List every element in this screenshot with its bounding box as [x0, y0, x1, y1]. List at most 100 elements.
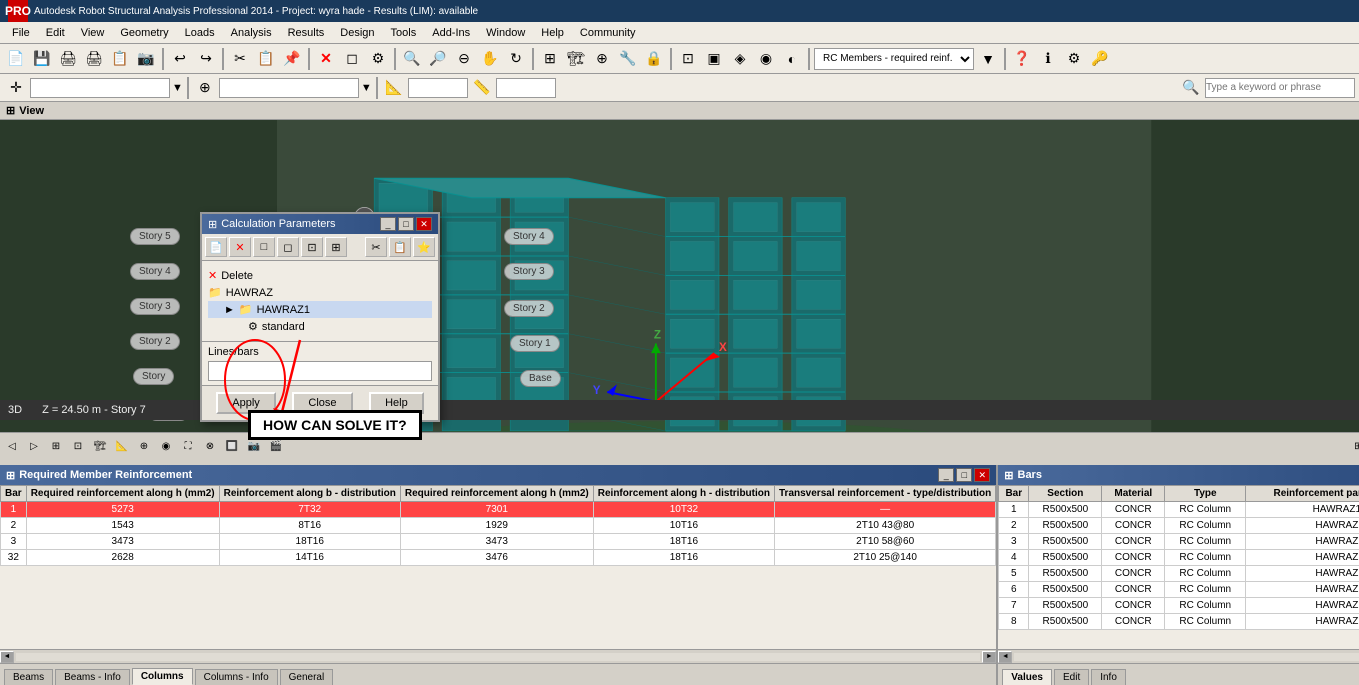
vt-btn9[interactable]: ⛶	[178, 437, 198, 457]
menu-file[interactable]: File	[4, 25, 38, 41]
cp-tb3[interactable]: ◻	[277, 237, 299, 257]
tb-print[interactable]: 🖨	[56, 47, 80, 71]
tb-icon5[interactable]: 📋	[108, 47, 132, 71]
tb-redo[interactable]: ↪	[194, 47, 218, 71]
tb-undo[interactable]: ↩	[168, 47, 192, 71]
tb-pan[interactable]: ✋	[478, 47, 502, 71]
menu-addins[interactable]: Add-Ins	[424, 25, 478, 41]
tab-values[interactable]: Values	[1002, 669, 1052, 685]
tb-new[interactable]: 📄	[4, 47, 28, 71]
menu-geometry[interactable]: Geometry	[112, 25, 176, 41]
tab-beams[interactable]: Beams	[4, 669, 53, 685]
vt-nav1[interactable]: ⊞	[1348, 437, 1359, 457]
tb-paste[interactable]: 📌	[280, 47, 304, 71]
story-label-s5-left[interactable]: Story 5	[130, 228, 180, 245]
rmr-scroll-left[interactable]: ◄	[0, 651, 14, 663]
tb-dropdown-arrow[interactable]: ▼	[976, 47, 1000, 71]
cp-minimize[interactable]: _	[380, 217, 396, 231]
tb-icon22[interactable]: 🔧	[616, 47, 640, 71]
tb-help[interactable]: ❓	[1010, 47, 1034, 71]
tb-print2[interactable]: 🖨	[82, 47, 106, 71]
tb-rotate[interactable]: ↻	[504, 47, 528, 71]
tb-icon27[interactable]: ◉	[754, 47, 778, 71]
tb2-input1[interactable]	[30, 78, 170, 98]
story-label-s4-right[interactable]: Story 4	[504, 228, 554, 245]
tb-icon23[interactable]: 🔒	[642, 47, 666, 71]
tb-settings3[interactable]: 🔑	[1088, 47, 1112, 71]
rmr-minimize[interactable]: _	[938, 468, 954, 482]
menu-analysis[interactable]: Analysis	[223, 25, 280, 41]
tb-icon24[interactable]: ⊡	[676, 47, 700, 71]
tb-zoom-in[interactable]: 🔍	[400, 47, 424, 71]
tb2-icon4[interactable]: 📏	[470, 76, 494, 100]
story-label-s1-right[interactable]: Story 1	[510, 335, 560, 352]
vt-btn2[interactable]: ▷	[24, 437, 44, 457]
story-label-s3-right[interactable]: Story 3	[504, 263, 554, 280]
menu-view[interactable]: View	[73, 25, 113, 41]
cp-tb2[interactable]: □	[253, 237, 275, 257]
table-row[interactable]: 152737T32730110T32—	[1, 502, 996, 518]
table-row[interactable]: 1R500x500CONCRRC ColumnHAWRAZ1	[999, 502, 1359, 518]
rmr-scroll-right[interactable]: ►	[982, 651, 996, 663]
vt-btn11[interactable]: 🔲	[222, 437, 242, 457]
tb-icon28[interactable]: ◐	[780, 47, 804, 71]
story-label-s2-left[interactable]: Story 2	[130, 333, 180, 350]
table-row[interactable]: 3347318T16347318T162T10 58@60	[1, 534, 996, 550]
tb-icon26[interactable]: ◈	[728, 47, 752, 71]
table-row[interactable]: 7R500x500CONCRRC ColumnHAWRAZ	[999, 598, 1359, 614]
vt-btn1[interactable]: ◁	[2, 437, 22, 457]
tab-columns[interactable]: Columns	[132, 668, 193, 685]
cp-tb4[interactable]: ⊡	[301, 237, 323, 257]
story-label-s3-left[interactable]: Story 3	[130, 298, 180, 315]
tb-icon25[interactable]: ▣	[702, 47, 726, 71]
story-label-s2-right[interactable]: Story 2	[504, 300, 554, 317]
tree-hawraz1[interactable]: ► 📁 HAWRAZ1	[208, 301, 432, 318]
tb2-input4[interactable]	[496, 78, 556, 98]
story-label-s1-left[interactable]: Story	[133, 368, 174, 385]
cp-maximize[interactable]: □	[398, 217, 414, 231]
story-label-base-right[interactable]: Base	[520, 370, 561, 387]
vt-btn4[interactable]: ⊡	[68, 437, 88, 457]
cp-tb-copy[interactable]: 📋	[389, 237, 411, 257]
vt-btn6[interactable]: 📐	[112, 437, 132, 457]
tree-delete[interactable]: ✕ Delete	[208, 267, 432, 284]
story-label-s4-left[interactable]: Story 4	[130, 263, 180, 280]
tb-info[interactable]: ℹ	[1036, 47, 1060, 71]
tb-icon20[interactable]: 🏗	[564, 47, 588, 71]
tb-settings2[interactable]: ⚙	[1062, 47, 1086, 71]
tb2-icon2[interactable]: ⊕	[193, 76, 217, 100]
menu-loads[interactable]: Loads	[177, 25, 223, 41]
tb2-input3[interactable]	[408, 78, 468, 98]
tab-edit[interactable]: Edit	[1054, 669, 1089, 685]
tb2-icon1[interactable]: ✛	[4, 76, 28, 100]
menu-community[interactable]: Community	[572, 25, 644, 41]
tab-info[interactable]: Info	[1091, 669, 1126, 685]
table-row[interactable]: 4R500x500CONCRRC ColumnHAWRAZ	[999, 550, 1359, 566]
tab-general[interactable]: General	[280, 669, 334, 685]
cp-tb1[interactable]: 📄	[205, 237, 227, 257]
tree-hawraz[interactable]: 📁 HAWRAZ	[208, 284, 432, 301]
cp-tb-x[interactable]: ✕	[229, 237, 251, 257]
vt-btn10[interactable]: ⊗	[200, 437, 220, 457]
bars-scroll-left[interactable]: ◄	[998, 651, 1012, 663]
menu-results[interactable]: Results	[280, 25, 333, 41]
tb-grid[interactable]: ⊞	[538, 47, 562, 71]
table-row[interactable]: 5R500x500CONCRRC ColumnHAWRAZ	[999, 566, 1359, 582]
table-row[interactable]: 215438T16192910T162T10 43@80	[1, 518, 996, 534]
table-row[interactable]: 32262814T16347618T162T10 25@140	[1, 550, 996, 566]
table-row[interactable]: 8R500x500CONCRRC ColumnHAWRAZ	[999, 614, 1359, 630]
table-row[interactable]: 3R500x500CONCRRC ColumnHAWRAZ	[999, 534, 1359, 550]
tb-save[interactable]: 💾	[30, 47, 54, 71]
rmr-maximize[interactable]: □	[956, 468, 972, 482]
cp-tb-star[interactable]: ⭐	[413, 237, 435, 257]
tab-columns-info[interactable]: Columns - Info	[195, 669, 278, 685]
rmr-table-container[interactable]: Bar Required reinforcement along h (mm2)…	[0, 485, 996, 649]
tb-icon6[interactable]: 📷	[134, 47, 158, 71]
cp-tb-scissors[interactable]: ✂	[365, 237, 387, 257]
cp-tb5[interactable]: ⊞	[325, 237, 347, 257]
table-row[interactable]: 6R500x500CONCRRC ColumnHAWRAZ	[999, 582, 1359, 598]
tb2-input2[interactable]	[219, 78, 359, 98]
tb-cut[interactable]: ✂	[228, 47, 252, 71]
menu-design[interactable]: Design	[332, 25, 382, 41]
tb2-icon3[interactable]: 📐	[382, 76, 406, 100]
